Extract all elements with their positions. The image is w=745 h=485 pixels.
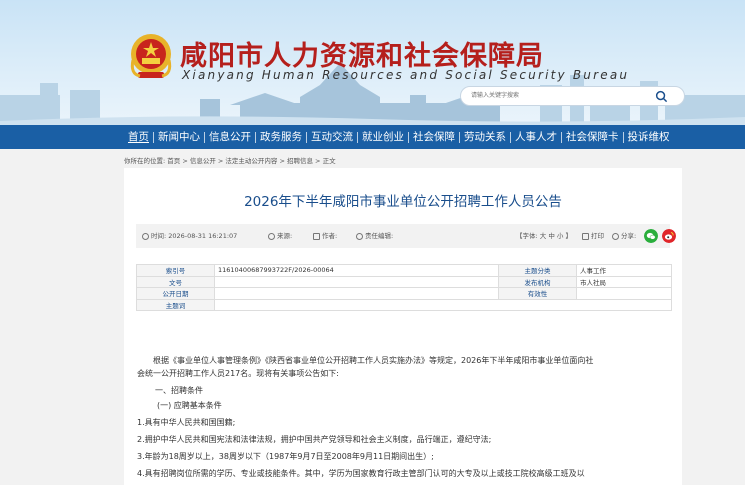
national-emblem-icon xyxy=(130,34,172,78)
nav-item-labor-relations[interactable]: 劳动关系 xyxy=(460,125,510,149)
author-text: 作者: xyxy=(322,232,338,240)
validity-value xyxy=(576,287,672,300)
article-panel: 2026年下半年咸阳市事业单位公开招聘工作人员公告 时间: 2026-08-31… xyxy=(124,168,682,485)
share-icon xyxy=(612,232,619,240)
source: 来源: xyxy=(268,224,292,248)
issuer-label: 发布机构 xyxy=(498,275,577,288)
pen-icon xyxy=(313,232,320,240)
article-meta-bar: 时间: 2026-08-31 16:21:07 来源: 作者: 责任编辑: 【字… xyxy=(136,224,676,248)
nav-item-complaints[interactable]: 投诉维权 xyxy=(624,125,674,149)
publish-time-text: 时间: 2026-08-31 16:21:07 xyxy=(151,232,238,240)
clock-icon xyxy=(142,232,149,240)
weibo-share-icon[interactable] xyxy=(662,229,676,243)
share-label: 分享: xyxy=(612,224,636,248)
nav-item-news[interactable]: 新闻中心 xyxy=(154,125,204,149)
nav-item-ss-card[interactable]: 社会保障卡 xyxy=(562,125,623,149)
wechat-share-icon[interactable] xyxy=(644,229,658,243)
print-link[interactable]: 打印 xyxy=(582,224,604,248)
validity-label: 有效性 xyxy=(498,287,577,300)
header-banner: 咸阳市人力资源和社会保障局 Xianyang Human Resources a… xyxy=(0,0,745,125)
list-item: 1.具有中华人民共和国国籍; xyxy=(137,418,236,427)
eye-icon xyxy=(356,232,363,240)
article-body: 根据《事业单位人事管理条例》《陕西省事业单位公开招聘工作人员实施办法》等规定，2… xyxy=(124,352,682,482)
printer-icon xyxy=(582,232,589,240)
list-item: 2.拥护中华人民共和国宪法和法律法规，拥护中国共产党领导和社会主义制度，品行端正… xyxy=(137,435,492,444)
table-row: 索引号 11610400687993722F/2026-00064 主题分类 人… xyxy=(136,264,672,277)
table-row: 公开日期 有效性 xyxy=(136,287,672,300)
table-row: 主题词 xyxy=(136,298,672,311)
site-subtitle: Xianyang Human Resources and Social Secu… xyxy=(182,68,630,82)
index-label: 索引号 xyxy=(136,264,215,277)
search-box xyxy=(460,86,685,106)
keywords-label: 主题词 xyxy=(136,298,215,311)
share-text: 分享: xyxy=(621,232,637,240)
document-info-table: 索引号 11610400687993722F/2026-00064 主题分类 人… xyxy=(136,264,672,311)
breadcrumb[interactable]: 你所在的位置: 首页 > 信息公开 > 法定主动公开内容 > 招聘信息 > 正文 xyxy=(124,155,336,165)
doc-no-label: 文号 xyxy=(136,275,215,288)
nav-item-interaction[interactable]: 互动交流 xyxy=(307,125,357,149)
search-input[interactable] xyxy=(461,87,651,105)
nav-item-employment[interactable]: 就业创业 xyxy=(358,125,408,149)
date-label: 公开日期 xyxy=(136,287,215,300)
list-item: 3.年龄为18周岁以上，38周岁以下（1987年9月7日至2008年9月11日期… xyxy=(137,452,434,461)
main-nav: 首页 新闻中心 信息公开 政务服务 互动交流 就业创业 社会保障 劳动关系 人事… xyxy=(0,125,745,149)
article-title: 2026年下半年咸阳市事业单位公开招聘工作人员公告 xyxy=(244,194,562,210)
table-row: 文号 发布机构 市人社局 xyxy=(136,275,672,288)
date-value xyxy=(214,287,499,300)
index-value: 11610400687993722F/2026-00064 xyxy=(214,264,499,277)
keywords-value xyxy=(214,298,672,311)
nav-item-social-security[interactable]: 社会保障 xyxy=(409,125,459,149)
print-text[interactable]: 打印 xyxy=(591,224,604,248)
nav-item-personnel[interactable]: 人事人才 xyxy=(511,125,561,149)
source-icon xyxy=(268,232,275,240)
source-text: 来源: xyxy=(277,232,293,240)
nav-item-disclosure[interactable]: 信息公开 xyxy=(205,125,255,149)
author: 作者: xyxy=(313,224,337,248)
nav-item-services[interactable]: 政务服务 xyxy=(256,125,306,149)
publish-time: 时间: 2026-08-31 16:21:07 xyxy=(142,224,237,248)
search-icon[interactable] xyxy=(655,90,668,103)
editor-text: 责任编辑: xyxy=(365,232,394,240)
font-size-switch[interactable]: 【字体: 大 中 小 】 xyxy=(516,224,572,248)
subsection-heading: (一) 应聘基本条件 xyxy=(157,401,222,410)
category-value: 人事工作 xyxy=(576,264,672,277)
nav-item-home[interactable]: 首页 xyxy=(124,125,153,149)
list-item: 4.具有招聘岗位所需的学历、专业或技能条件。其中，学历为国家教育行政主管部门认可… xyxy=(137,469,585,478)
doc-no-value xyxy=(214,275,499,288)
font-size-text[interactable]: 【字体: 大 中 小 】 xyxy=(516,224,572,248)
issuer-value: 市人社局 xyxy=(576,275,672,288)
editor: 责任编辑: xyxy=(356,224,393,248)
category-label: 主题分类 xyxy=(498,264,577,277)
